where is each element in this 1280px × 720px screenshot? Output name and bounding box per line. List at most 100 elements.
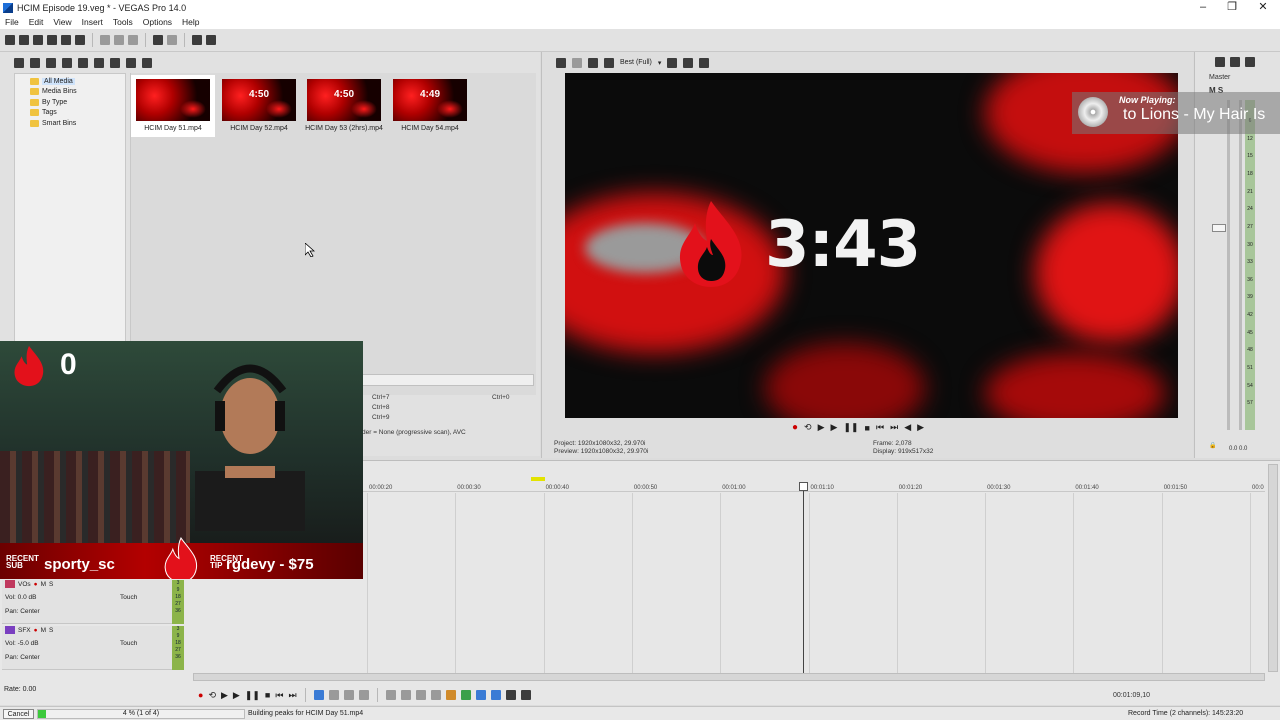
next-frame-icon[interactable]: ▶ [917, 422, 924, 433]
envelope-tool-icon[interactable] [328, 690, 339, 700]
delete-icon[interactable] [385, 690, 396, 700]
lock-icon[interactable]: 🔒 [1209, 442, 1216, 449]
tree-item-tags[interactable]: Tags [18, 108, 122, 119]
automation-mode[interactable]: Touch [120, 594, 137, 601]
get-media-icon[interactable] [46, 57, 56, 68]
loop-icon[interactable]: ⟲ [208, 690, 216, 701]
preview-fx-icon[interactable] [604, 57, 614, 68]
open-icon[interactable] [19, 35, 29, 45]
zoom-tool-icon[interactable] [358, 690, 369, 700]
loop-icon[interactable]: ⟲ [804, 422, 812, 433]
event-fx-icon[interactable] [520, 690, 531, 700]
lock-icon[interactable] [430, 690, 441, 700]
trim-icon[interactable] [400, 690, 411, 700]
master-fader[interactable] [1212, 224, 1226, 232]
properties-icon[interactable] [75, 35, 85, 45]
play-from-start-icon[interactable]: ▶ [818, 422, 825, 433]
mixer-settings-icon[interactable] [1215, 57, 1225, 67]
save-snapshot-icon[interactable] [699, 57, 710, 68]
timeline-scrollbar[interactable] [193, 673, 1265, 681]
external-monitor-icon[interactable] [572, 57, 582, 68]
arm-record-icon[interactable]: ● [34, 627, 38, 634]
save-as-icon[interactable] [47, 35, 57, 45]
mixer-fx-icon[interactable] [1245, 57, 1255, 67]
tree-item-smart-bins[interactable]: Smart Bins [18, 118, 122, 129]
go-to-end-icon[interactable]: ⏭ [890, 422, 898, 433]
menu-edit[interactable]: Edit [24, 17, 49, 27]
menu-tools[interactable]: Tools [108, 17, 138, 27]
overlays-icon[interactable] [667, 57, 678, 68]
chevron-down-icon[interactable]: ▾ [658, 59, 662, 67]
close-button[interactable]: ✕ [1253, 0, 1273, 14]
media-file-thumb[interactable]: 4:50 HCIM Day 53 (2hrs).mp4 [302, 75, 386, 137]
go-to-start-icon[interactable]: ⏮ [275, 690, 283, 701]
media-file-thumb[interactable]: 4:50 HCIM Day 52.mp4 [217, 75, 301, 137]
marker-icon[interactable] [445, 690, 456, 700]
selection-tool-icon[interactable] [343, 690, 354, 700]
menu-options[interactable]: Options [138, 17, 177, 27]
play-preview-icon[interactable] [94, 57, 104, 68]
stop-icon[interactable]: ■ [265, 690, 270, 700]
stop-preview-icon[interactable] [110, 57, 120, 68]
normal-edit-tool-icon[interactable] [313, 690, 324, 700]
play-from-start-icon[interactable]: ▶ [221, 690, 228, 701]
go-to-end-icon[interactable]: ⏭ [288, 690, 296, 701]
pause-icon[interactable]: ❚❚ [843, 422, 858, 433]
menu-view[interactable]: View [48, 17, 76, 27]
playhead-handle[interactable] [799, 482, 808, 491]
mute-button[interactable]: M [41, 627, 46, 634]
menu-help[interactable]: Help [177, 17, 204, 27]
timeline-cursor[interactable] [803, 484, 804, 674]
tree-item-by-type[interactable]: By Type [18, 97, 122, 108]
search-icon[interactable] [142, 57, 152, 68]
auto-crossfade-icon[interactable] [490, 690, 501, 700]
redo-icon[interactable] [167, 35, 177, 45]
loop-region-marker[interactable] [531, 477, 545, 481]
remove-icon[interactable] [62, 57, 72, 68]
maximize-button[interactable]: ❐ [1222, 0, 1242, 14]
timeline-vertical-scrollbar[interactable] [1268, 464, 1278, 672]
play-icon[interactable]: ▶ [831, 422, 838, 433]
render-icon[interactable] [61, 35, 71, 45]
split-screen-icon[interactable] [588, 57, 598, 68]
menu-file[interactable]: File [0, 17, 24, 27]
new-project-icon[interactable] [5, 35, 15, 45]
views-icon[interactable] [126, 57, 136, 68]
track-name[interactable]: SFX [18, 627, 31, 634]
region-icon[interactable] [460, 690, 471, 700]
audio-track-sfx[interactable]: SFX ● M S Vol: -5.0 dB Touch Pan: Center… [2, 626, 184, 670]
paste-icon[interactable] [128, 35, 138, 45]
solo-button[interactable]: S [49, 581, 53, 588]
media-file-thumb[interactable]: HCIM Day 51.mp4 [131, 75, 215, 137]
stop-icon[interactable]: ■ [865, 423, 870, 433]
capture-icon[interactable] [30, 57, 40, 68]
split-icon[interactable] [415, 690, 426, 700]
play-icon[interactable]: ▶ [233, 690, 240, 701]
solo-button[interactable]: S [49, 627, 53, 634]
undo-icon[interactable] [153, 35, 163, 45]
cut-icon[interactable] [100, 35, 110, 45]
record-icon[interactable]: ● [198, 690, 203, 700]
cancel-button[interactable]: Cancel [3, 709, 34, 719]
copy-icon[interactable] [114, 35, 124, 45]
import-media-icon[interactable] [14, 57, 24, 68]
media-fx-icon[interactable] [78, 57, 88, 68]
automation-mode[interactable]: Touch [120, 640, 137, 647]
mute-button[interactable]: M [41, 581, 46, 588]
menu-insert[interactable]: Insert [77, 17, 108, 27]
track-name[interactable]: VOs [18, 581, 31, 588]
save-icon[interactable] [33, 35, 43, 45]
ripple-edit-icon[interactable] [505, 690, 516, 700]
arm-record-icon[interactable]: ● [34, 581, 38, 588]
tree-item-media-bins[interactable]: Media Bins [18, 87, 122, 98]
go-to-start-icon[interactable]: ⏮ [876, 422, 884, 433]
pause-icon[interactable]: ❚❚ [245, 690, 260, 701]
audio-track-vos[interactable]: VOs ● M S Vol: 0.0 dB Touch Pan: Center … [2, 580, 184, 624]
copy-snapshot-icon[interactable] [683, 57, 694, 68]
edit-tool-icon[interactable] [192, 35, 202, 45]
media-file-thumb[interactable]: 4:49 HCIM Day 54.mp4 [388, 75, 472, 137]
preview-quality-select[interactable]: Best (Full) [620, 59, 652, 66]
preview-settings-icon[interactable] [556, 57, 566, 68]
tree-item-all-media[interactable]: All Media [18, 76, 122, 87]
snapping-icon[interactable] [475, 690, 486, 700]
